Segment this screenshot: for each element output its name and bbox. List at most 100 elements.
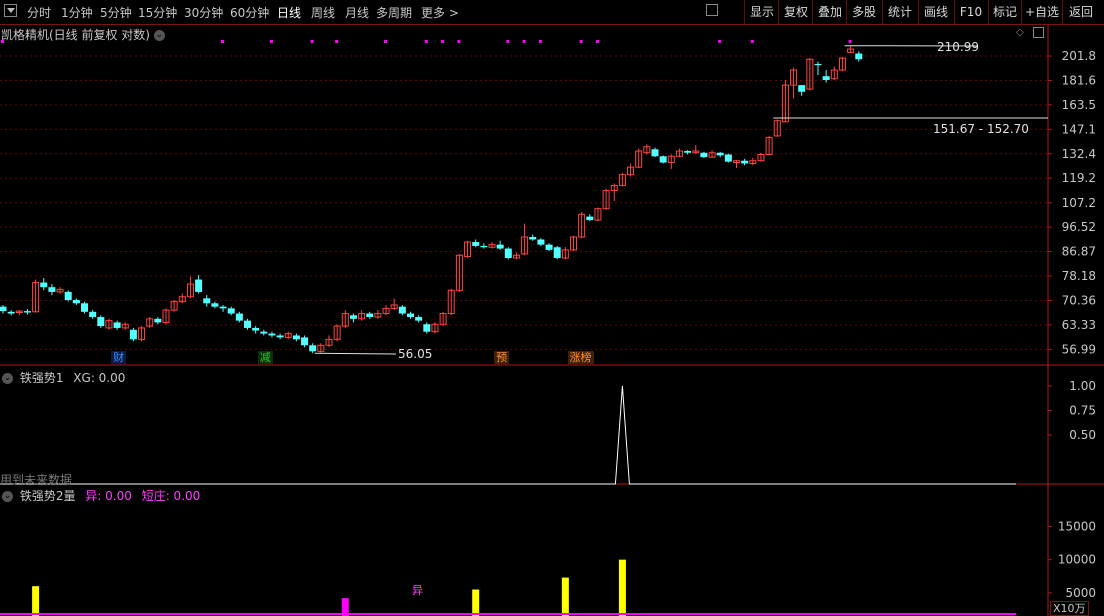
candle-body (154, 318, 162, 323)
top-marker (522, 40, 526, 43)
candle-body (260, 331, 268, 334)
event-marker[interactable]: 减 (257, 351, 273, 364)
candle-body (0, 306, 7, 312)
candle-body (276, 335, 284, 338)
y-tick-label: 181.6 (1062, 73, 1096, 87)
candle-body (227, 308, 235, 314)
top-marker (718, 40, 722, 43)
candle-body (553, 247, 561, 258)
candle-body (7, 311, 15, 314)
candle-body (398, 306, 406, 314)
top-marker (595, 40, 599, 43)
y-tick-label: 132.4 (1062, 147, 1096, 161)
chevron-down-icon[interactable]: ⌄ (2, 373, 13, 384)
candle-body (716, 152, 724, 156)
candle-body (651, 149, 659, 157)
y-tick-label: 78.18 (1062, 269, 1096, 283)
chart-canvas[interactable]: 201.8 181.6 163.5 147.1 132.4 119.2 107.2 96.52… (0, 0, 1104, 616)
event-marker[interactable]: 财 (111, 351, 127, 364)
y-tick-label: 63.33 (1062, 318, 1096, 332)
candle-body (822, 76, 830, 80)
candle-body (724, 154, 732, 162)
candle-body (798, 85, 806, 92)
indicator1-header: ⌄ 铁强势1 XG: 0.00 (2, 369, 125, 386)
chevron-down-icon[interactable]: ⌄ (2, 491, 13, 502)
y-tick-label: 96.52 (1062, 220, 1096, 234)
y-tick-label: 201.8 (1062, 49, 1096, 63)
candle-body (301, 337, 309, 346)
event-marker[interactable]: 预 (494, 351, 510, 364)
y-tick-label: 70.36 (1062, 293, 1096, 307)
candle-body (292, 335, 300, 340)
candle-body (700, 152, 708, 158)
candle-body (423, 324, 431, 332)
y-tick-label: 5000 (1065, 586, 1096, 600)
y-tick-label: 15000 (1058, 520, 1096, 534)
candle-body (40, 282, 48, 288)
low-pointer (314, 352, 397, 355)
diamond-icon[interactable]: ◇ (1016, 27, 1024, 38)
y-tick-label: 10000 (1058, 553, 1096, 567)
indicator1-line (0, 385, 1016, 485)
candle-body (814, 63, 822, 66)
candle-body (504, 248, 512, 258)
y-tick-label: 119.2 (1062, 171, 1096, 185)
candle-body (219, 306, 227, 309)
candle-body (252, 327, 260, 331)
candle-body (586, 216, 594, 221)
range-label: 151.67 - 152.70 (933, 122, 1029, 136)
top-marker (384, 40, 388, 43)
main-chart-title: 凯格精机(日线 前复权 对数) ⌄ (1, 26, 168, 43)
top-marker (269, 40, 273, 43)
candle-body (268, 333, 276, 336)
candle-body (349, 315, 357, 319)
candle-body (203, 298, 211, 304)
candle-body (545, 244, 553, 250)
indicator1-title: 铁强势1 (19, 371, 64, 385)
volume-bar (472, 589, 480, 616)
top-marker (538, 40, 542, 43)
high-price-label: 210.99 (937, 40, 979, 54)
volume-bar (32, 586, 40, 616)
chart-title-text: 凯格精机(日线 前复权 对数) (1, 28, 150, 42)
candle-body (309, 345, 317, 352)
y-tick-label: 147.1 (1062, 122, 1096, 136)
y-tick-label: 0.75 (1069, 404, 1096, 418)
panel-toggle-icon[interactable] (1033, 27, 1044, 38)
event-marker[interactable]: 涨榜 (567, 351, 594, 364)
indicator1-xg-value: XG: 0.00 (73, 371, 126, 385)
candle-body (415, 317, 423, 321)
candle-body (244, 320, 251, 328)
yi-bar-marker: 异 (412, 584, 423, 597)
indicator2-title: 铁强势2量 (19, 489, 76, 503)
candle-body (211, 303, 219, 307)
top-marker (750, 40, 754, 43)
y-tick-label: 86.87 (1062, 245, 1096, 259)
y-tick-label: 163.5 (1062, 98, 1096, 112)
candle-body (659, 156, 667, 163)
volume-bar (561, 577, 569, 616)
candle-body (81, 303, 88, 312)
candle-body (48, 287, 56, 292)
top-marker (506, 40, 510, 43)
candle-body (855, 53, 863, 60)
candle-body (89, 311, 97, 318)
top-marker (457, 40, 461, 43)
top-marker (579, 40, 583, 43)
candle-body (23, 311, 31, 313)
indicator2-yi-value: 异: 0.00 (85, 489, 132, 503)
candle-body (529, 236, 537, 240)
candle-body (741, 160, 749, 164)
top-marker (335, 40, 339, 43)
candle-body (480, 245, 488, 248)
candle-body (129, 329, 137, 340)
candle-body (366, 313, 374, 318)
top-marker (221, 40, 225, 43)
y-tick-label: 0.50 (1069, 428, 1096, 442)
volume-bar (618, 559, 626, 616)
chevron-down-icon[interactable]: ⌄ (153, 30, 165, 41)
candle-body (72, 299, 80, 304)
volume-unit-label: X10万 (1050, 601, 1089, 616)
candle-body (684, 151, 692, 153)
y-tick-label: 56.99 (1062, 342, 1096, 356)
